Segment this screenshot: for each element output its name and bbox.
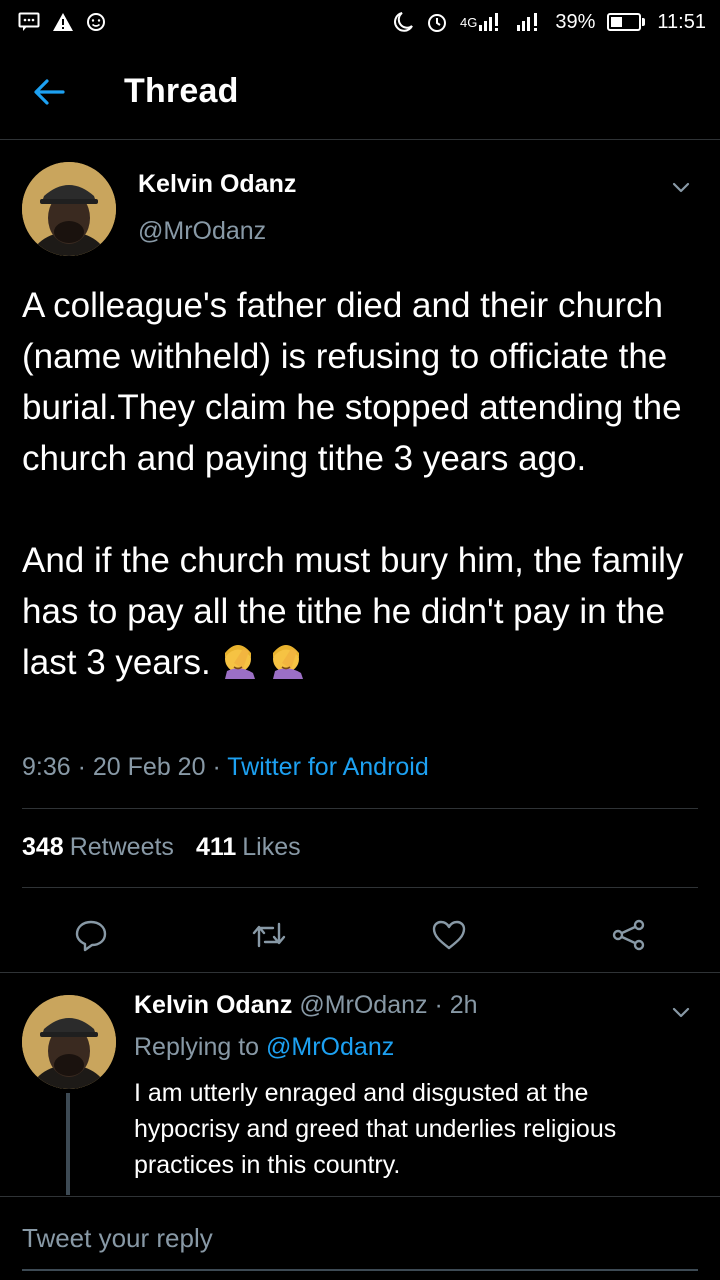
status-bar: 4G 39% 11:51 [0, 0, 720, 44]
thread-line [66, 1093, 70, 1195]
retweet-button[interactable] [244, 910, 294, 960]
message-icon [18, 12, 40, 32]
back-button[interactable] [14, 44, 84, 140]
warning-icon [52, 12, 74, 32]
thread-header: Thread [0, 44, 720, 140]
moon-icon [394, 11, 414, 33]
chevron-down-icon[interactable] [670, 1001, 692, 1023]
reply-composer [0, 1196, 720, 1280]
avatar[interactable] [22, 995, 116, 1089]
retweets-count: 348 [22, 833, 64, 861]
signal-icon: 4G [460, 12, 503, 32]
face-palm-emoji [269, 641, 307, 679]
reply-header: Kelvin Odanz @MrOdanz · 2h [134, 991, 478, 1019]
heart-icon [432, 920, 466, 950]
avatar[interactable] [22, 162, 116, 256]
input-underline [22, 1269, 698, 1271]
tweet-meta: 9:36 · 20 Feb 20 · Twitter for Android [22, 753, 429, 781]
tweet-actions [0, 910, 720, 972]
battery-percent: 39% [555, 10, 596, 33]
face-icon [86, 12, 106, 32]
divider [22, 887, 698, 888]
reply-button[interactable] [66, 910, 116, 960]
reply-author-name[interactable]: Kelvin Odanz [134, 991, 292, 1019]
tweet-author-row[interactable]: Kelvin Odanz @MrOdanz [0, 140, 720, 270]
author-name[interactable]: Kelvin Odanz [138, 170, 296, 199]
face-palm-emoji [221, 641, 259, 679]
replying-to-label: Replying to [134, 1033, 260, 1061]
back-arrow-icon [34, 78, 65, 105]
divider [22, 808, 698, 809]
replying-to: Replying to @MrOdanz [134, 1033, 394, 1062]
alarm-icon [426, 11, 448, 33]
battery-icon [607, 13, 646, 31]
share-icon [612, 919, 645, 951]
battery-fill [611, 17, 622, 27]
reply-text: I am utterly enraged and disgusted at th… [134, 1079, 617, 1179]
clock: 11:51 [657, 10, 706, 33]
reply-tweet[interactable]: Kelvin Odanz @MrOdanz · 2h Replying to @… [0, 973, 720, 1195]
like-button[interactable] [424, 910, 474, 960]
signal-icon-2 [515, 12, 543, 32]
network-type: 4G [460, 14, 478, 30]
reply-input[interactable] [22, 1207, 698, 1269]
likes-label: Likes [242, 833, 301, 861]
tweet-time: 9:36 [22, 753, 71, 781]
tweet-body: A colleague's father died and their chur… [22, 286, 684, 682]
reply-author-handle[interactable]: @MrOdanz [299, 991, 427, 1019]
tweet-date: 20 Feb 20 [92, 753, 206, 781]
replying-to-mention[interactable]: @MrOdanz [266, 1033, 394, 1061]
page-title: Thread [124, 72, 239, 110]
likes-count: 411 [195, 833, 237, 861]
tweet-text: A colleague's father died and their chur… [22, 280, 702, 688]
share-button[interactable] [604, 910, 654, 960]
reply-age: 2h [449, 991, 478, 1019]
likes-stat[interactable]: 411 Likes [196, 833, 301, 862]
retweets-label: Retweets [69, 833, 174, 861]
tweet-source-link[interactable]: Twitter for Android [227, 753, 428, 781]
comment-icon [75, 920, 107, 952]
tweet-stats: 348 Retweets 411 Likes [22, 833, 301, 862]
chevron-down-icon[interactable] [670, 176, 692, 198]
retweet-icon [252, 922, 286, 948]
retweets-stat[interactable]: 348 Retweets [22, 833, 174, 862]
main-tweet: Kelvin Odanz @MrOdanz A colleague's fath… [0, 140, 720, 952]
author-handle[interactable]: @MrOdanz [138, 217, 266, 246]
